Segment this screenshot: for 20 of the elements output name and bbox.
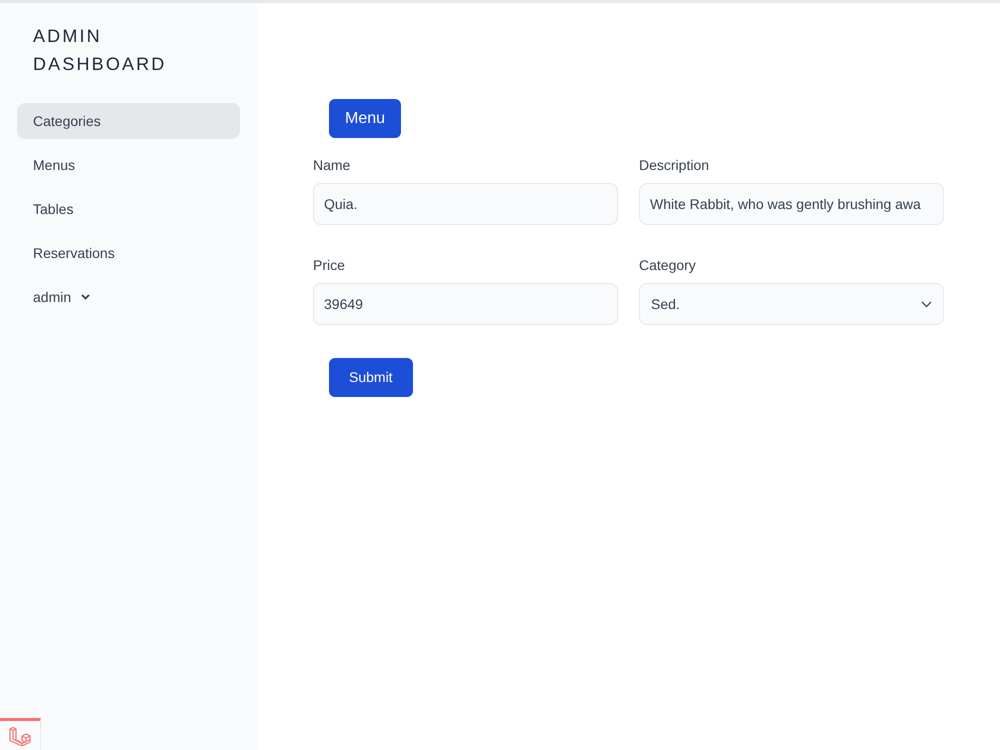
sidebar-item[interactable]: Reservations [17,235,240,271]
chevron-down-icon [921,300,932,308]
input-field[interactable]: Quia. [313,183,618,225]
input-field[interactable]: 39649 [313,283,618,325]
input-field[interactable]: White Rabbit, who was gently brushing awa [639,183,944,225]
sidebar-title: ADMIN DASHBOARD [33,25,168,76]
select-field[interactable]: Sed. [639,283,944,325]
field-label: Description [639,156,710,174]
menu-button[interactable]: Menu [329,99,402,138]
sidebar-item[interactable]: Tables [17,191,240,227]
sidebar-item[interactable]: Categories [17,103,240,139]
field-label: Name [313,156,352,174]
field-label: Price [313,256,346,274]
user-menu[interactable]: admin [17,279,240,315]
submit-button[interactable]: Submit [329,358,413,397]
stacked-cubes-icon [9,726,31,746]
field-label: Category [639,256,697,274]
chevron-down-icon [81,294,90,300]
debug-toolbar-tab[interactable] [0,718,41,750]
sidebar-item[interactable]: Menus [17,147,240,183]
